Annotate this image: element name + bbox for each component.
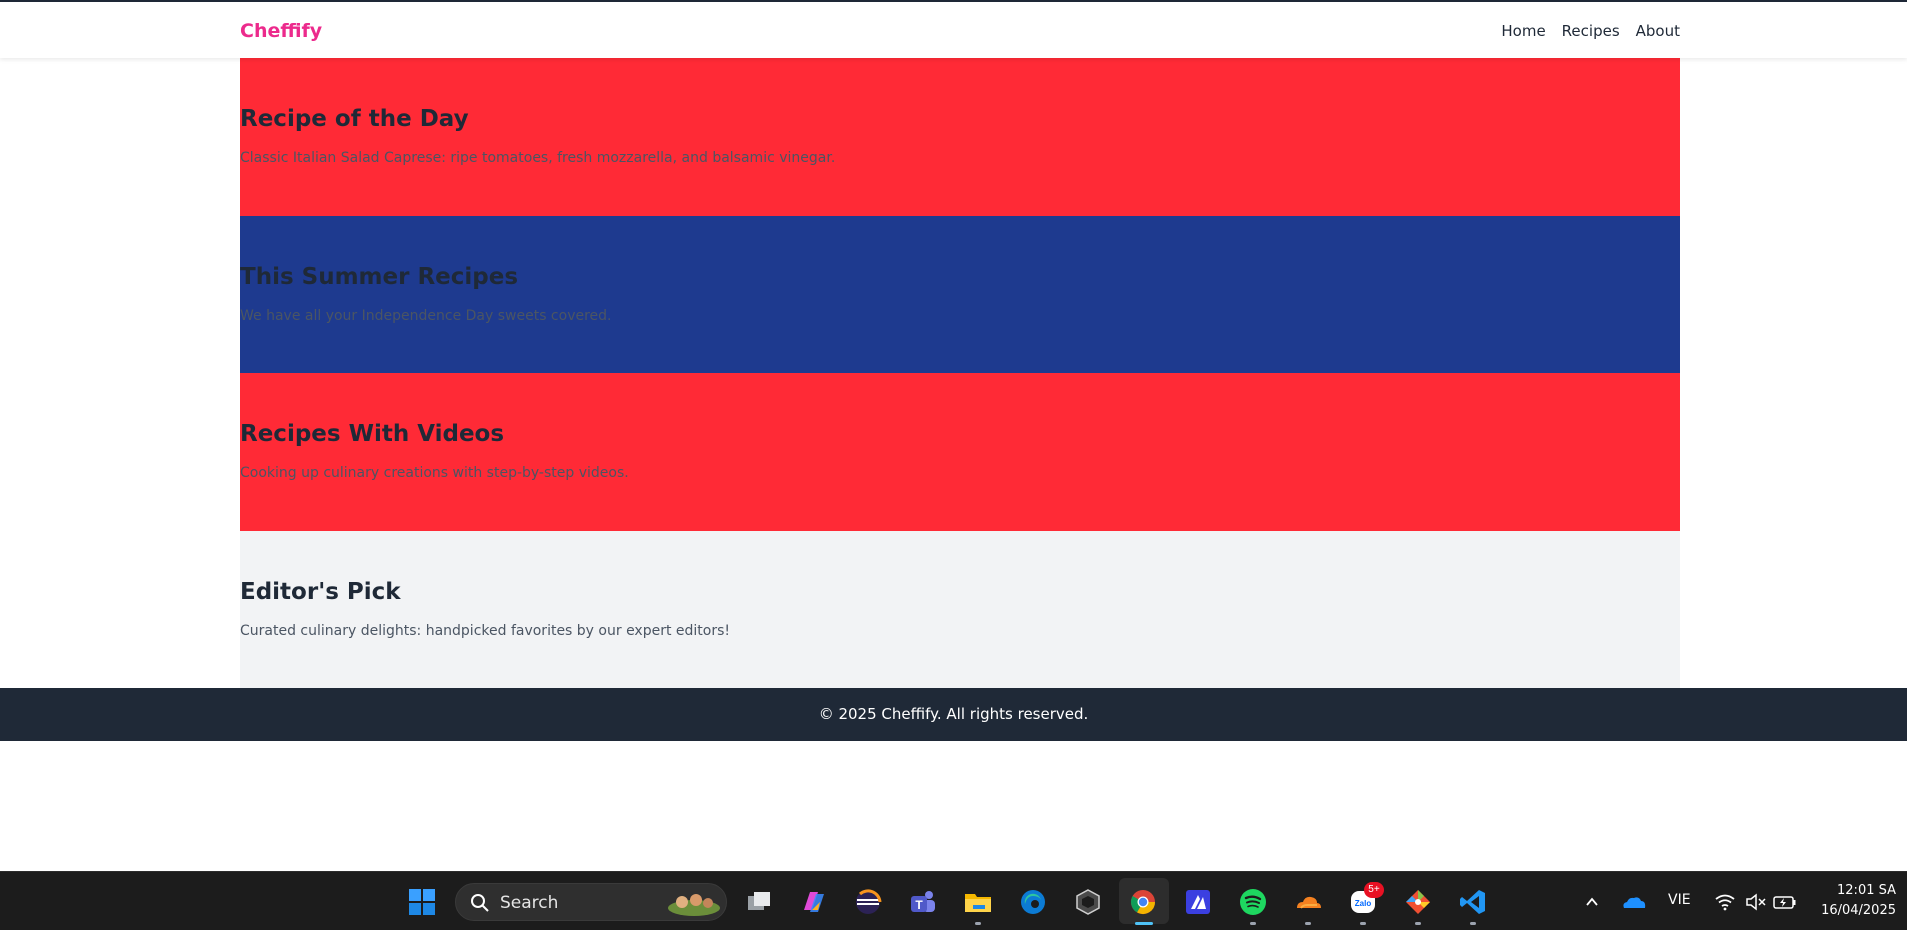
copilot-icon[interactable]: [798, 886, 830, 918]
chrome-icon[interactable]: [1127, 886, 1159, 918]
onedrive-icon[interactable]: [1618, 886, 1650, 918]
search-icon: [471, 894, 489, 912]
notification-badge: 5+: [1364, 882, 1384, 898]
main-nav: Home Recipes About: [1501, 22, 1680, 40]
section-title: Recipe of the Day: [240, 106, 469, 132]
section-title: Editor's Pick: [240, 579, 401, 605]
vscode-icon[interactable]: [1457, 886, 1489, 918]
teams-icon[interactable]: T: [907, 886, 939, 918]
section-text: We have all your Independence Day sweets…: [240, 308, 612, 324]
footer-copyright: © 2025 Cheffify. All rights reserved.: [818, 705, 1089, 723]
running-indicator: [1415, 922, 1421, 925]
nav-about-link[interactable]: About: [1636, 22, 1680, 40]
section-title: This Summer Recipes: [240, 264, 519, 290]
nav-recipes-link[interactable]: Recipes: [1562, 22, 1620, 40]
unity-icon[interactable]: [1072, 886, 1104, 918]
file-explorer-icon[interactable]: [962, 886, 994, 918]
section-summer-recipes: This Summer Recipes We have all your Ind…: [240, 216, 1680, 374]
edge-icon[interactable]: [1017, 886, 1049, 918]
section-recipes-with-videos: Recipes With Videos Cooking up culinary …: [240, 373, 1680, 531]
windows-start-icon[interactable]: [406, 886, 438, 918]
site-header: Cheffify Home Recipes About: [0, 2, 1907, 58]
section-text: Curated culinary delights: handpicked fa…: [240, 623, 731, 639]
chevron-up-icon[interactable]: [1577, 886, 1607, 918]
windows-taskbar: Search T Zalo 5+ VIE 12:01 SA 16/04/2025: [0, 871, 1907, 930]
running-indicator: [1470, 922, 1476, 925]
section-editors-pick: Editor's Pick Curated culinary delights:…: [240, 531, 1680, 688]
language-indicator[interactable]: VIE: [1668, 892, 1691, 908]
task-view-icon[interactable]: [743, 886, 775, 918]
search-label: Search: [500, 893, 559, 913]
taskbar-search[interactable]: Search: [455, 883, 727, 921]
svg-text:Zalo: Zalo: [1355, 899, 1372, 908]
section-recipe-of-the-day: Recipe of the Day Classic Italian Salad …: [240, 58, 1680, 216]
cloudflare-icon[interactable]: [1292, 886, 1324, 918]
running-indicator: [975, 922, 981, 925]
clock-time[interactable]: 12:01 SA: [1832, 883, 1896, 898]
section-text: Classic Italian Salad Caprese: ripe toma…: [240, 150, 836, 166]
mail-app-icon[interactable]: [1182, 886, 1214, 918]
svg-text:T: T: [915, 898, 923, 912]
spotify-icon[interactable]: [1237, 886, 1269, 918]
section-title: Recipes With Videos: [240, 421, 505, 447]
eclipse-icon[interactable]: [852, 886, 884, 918]
site-footer: © 2025 Cheffify. All rights reserved.: [0, 688, 1907, 741]
section-text: Cooking up culinary creations with step-…: [240, 465, 629, 481]
running-indicator: [1360, 922, 1366, 925]
active-indicator: [1135, 922, 1153, 925]
volume-muted-icon[interactable]: [1743, 886, 1769, 918]
running-indicator: [1250, 922, 1256, 925]
brand-logo[interactable]: Cheffify: [240, 20, 322, 42]
git-icon[interactable]: [1402, 886, 1434, 918]
battery-charging-icon[interactable]: [1772, 886, 1798, 918]
running-indicator: [1305, 922, 1311, 925]
clock-date[interactable]: 16/04/2025: [1812, 903, 1896, 918]
search-highlight-icon: [668, 894, 720, 916]
wifi-icon[interactable]: [1711, 886, 1739, 918]
nav-home-link[interactable]: Home: [1501, 22, 1545, 40]
